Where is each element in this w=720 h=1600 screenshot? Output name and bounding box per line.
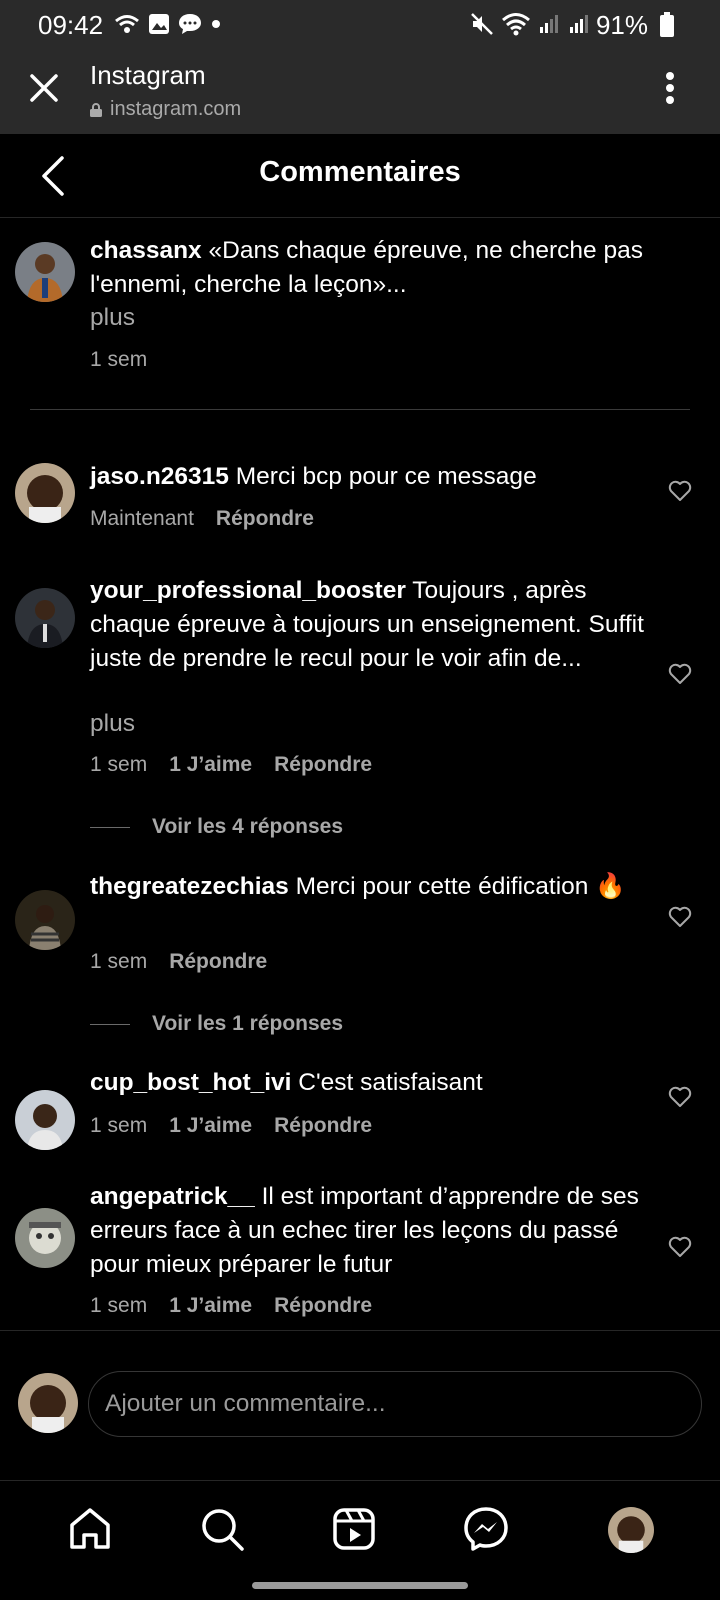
gallery-icon <box>149 14 169 34</box>
browser-toolbar: Instagram instagram.com <box>0 52 720 134</box>
comment: thegreatezechias Merci pour cette édific… <box>90 870 650 904</box>
home-icon[interactable] <box>66 1505 114 1553</box>
heart-icon[interactable] <box>668 663 692 685</box>
comment-meta: Maintenant Répondre <box>90 507 314 531</box>
battery-level: 91% <box>595 10 648 40</box>
messenger-icon[interactable] <box>462 1505 510 1553</box>
message-icon <box>179 14 201 34</box>
timestamp: 1 sem <box>90 1114 148 1137</box>
lock-icon <box>90 102 102 117</box>
comment-input[interactable] <box>88 1371 702 1437</box>
reply-button[interactable]: Répondre <box>274 1294 372 1318</box>
more-link[interactable]: plus <box>90 710 135 738</box>
reply-button[interactable]: Répondre <box>216 507 314 531</box>
replies-line <box>90 826 130 828</box>
battery-icon <box>660 12 674 37</box>
comment-body: Merci bcp pour ce message <box>235 463 537 490</box>
comments-header: Commentaires <box>0 134 720 218</box>
search-icon[interactable] <box>198 1505 246 1553</box>
username[interactable]: jaso.n26315 <box>90 463 229 490</box>
wifi-call-icon <box>115 15 139 33</box>
heart-icon[interactable] <box>668 480 692 502</box>
avatar[interactable] <box>15 242 75 302</box>
home-indicator <box>252 1582 468 1589</box>
comment: angepatrick__ Il est important d’apprend… <box>90 1180 650 1282</box>
username[interactable]: cup_bost_hot_ivi <box>90 1069 291 1096</box>
timestamp: Maintenant <box>90 507 194 530</box>
site-url-text: instagram.com <box>110 98 242 120</box>
view-replies-label[interactable]: Voir les 4 réponses <box>152 815 343 839</box>
mute-icon <box>471 13 493 35</box>
likes-count[interactable]: 1 J’aime <box>169 1114 252 1138</box>
more-options-icon[interactable] <box>664 70 676 106</box>
view-replies-label[interactable]: Voir les 1 réponses <box>152 1012 343 1036</box>
comment-meta: 1 sem 1 J’aime Répondre <box>90 753 372 777</box>
notification-icons <box>114 12 222 36</box>
wifi-icon <box>502 13 530 36</box>
signal-2-icon <box>570 15 588 33</box>
more-link[interactable]: plus <box>90 304 135 332</box>
comment-body: Merci pour cette édification 🔥 <box>295 873 626 900</box>
comment-meta: 1 sem 1 J’aime Répondre <box>90 1294 372 1318</box>
avatar[interactable] <box>15 890 75 950</box>
comments-list[interactable]: chassanx «Dans chaque épreuve, ne cherch… <box>0 218 720 1330</box>
comment: jaso.n26315 Merci bcp pour ce message <box>90 460 630 494</box>
likes-count[interactable]: 1 J’aime <box>169 753 252 777</box>
avatar[interactable] <box>15 588 75 648</box>
signal-1-icon <box>540 15 558 33</box>
comment-meta: 1 sem 1 J’aime Répondre <box>90 1114 372 1138</box>
dot-icon <box>212 20 220 28</box>
reels-icon[interactable] <box>330 1505 378 1553</box>
profile-avatar[interactable] <box>608 1507 654 1553</box>
comment-composer <box>0 1330 720 1480</box>
caption-divider <box>30 409 690 410</box>
comment-body: C'est satisfaisant <box>298 1069 483 1096</box>
avatar[interactable] <box>15 463 75 523</box>
avatar[interactable] <box>15 1208 75 1268</box>
heart-icon[interactable] <box>668 1236 692 1258</box>
timestamp: 1 sem <box>90 1294 148 1317</box>
my-avatar <box>18 1373 78 1433</box>
likes-count[interactable]: 1 J’aime <box>169 1294 252 1318</box>
status-time: 09:42 <box>38 10 104 40</box>
timestamp: 1 sem <box>90 348 148 371</box>
timestamp: 1 sem <box>90 950 148 973</box>
reply-button[interactable]: Répondre <box>274 1114 372 1138</box>
avatar[interactable] <box>15 1090 75 1150</box>
site-title: Instagram <box>90 60 206 90</box>
system-icons <box>470 12 590 36</box>
status-bar: 09:42 91% <box>0 0 720 52</box>
close-icon[interactable] <box>26 70 62 106</box>
view-replies-button[interactable]: Voir les 1 réponses <box>90 1012 343 1036</box>
browser-chrome: 09:42 91% Instagram instagram.com <box>0 0 720 134</box>
replies-line <box>90 1023 130 1025</box>
reply-button[interactable]: Répondre <box>274 753 372 777</box>
comment-meta: 1 sem Répondre <box>90 950 267 974</box>
comment: your_professional_booster Toujours , apr… <box>90 574 650 676</box>
heart-icon[interactable] <box>668 906 692 928</box>
username[interactable]: chassanx <box>90 237 202 264</box>
reply-button[interactable]: Répondre <box>169 950 267 974</box>
comment: cup_bost_hot_ivi C'est satisfaisant <box>90 1066 630 1100</box>
page-title: Commentaires <box>259 156 461 188</box>
username[interactable]: thegreatezechias <box>90 873 289 900</box>
username[interactable]: your_professional_booster <box>90 577 406 604</box>
caption-meta: 1 sem <box>90 348 147 372</box>
caption-text: chassanx «Dans chaque épreuve, ne cherch… <box>90 234 690 302</box>
site-url: instagram.com <box>90 98 241 121</box>
username[interactable]: angepatrick__ <box>90 1183 255 1210</box>
timestamp: 1 sem <box>90 753 148 776</box>
heart-icon[interactable] <box>668 1086 692 1108</box>
view-replies-button[interactable]: Voir les 4 réponses <box>90 815 343 839</box>
